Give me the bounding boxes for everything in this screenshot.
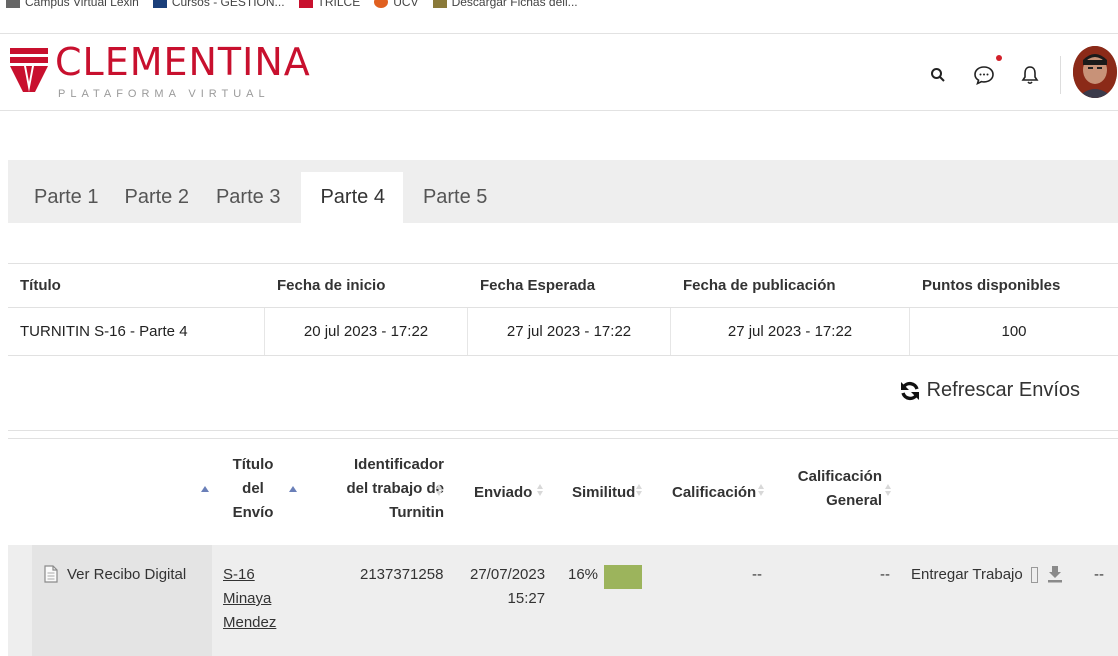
tab-parte-4[interactable]: Parte 4 [301, 172, 403, 223]
header-titulo-envio[interactable]: Título del Envío [228, 453, 278, 525]
avatar[interactable] [1073, 46, 1117, 98]
search-icon[interactable] [927, 64, 949, 86]
bookmark-cursos[interactable]: Cursos - GESTION... [152, 0, 285, 9]
bookmarks-bar: Campus Virtual Lexin Cursos - GESTION...… [0, 0, 1118, 12]
download-icon[interactable] [1047, 565, 1063, 583]
grade-value: -- [752, 566, 762, 583]
sort-icon[interactable] [435, 483, 443, 497]
col-fecha-inicio: Fecha de inicio [277, 277, 386, 294]
header-identificador[interactable]: Identificador del trabajo de Turnitin [334, 453, 444, 525]
col-fecha-esperada: Fecha Esperada [480, 277, 596, 294]
sort-icon[interactable] [635, 483, 643, 497]
bookmark-icon [432, 0, 447, 8]
chat-icon[interactable] [973, 64, 995, 86]
tab-parte-2[interactable]: Parte 2 [110, 172, 201, 223]
turnitin-id: 2137371258 [360, 566, 444, 583]
document-icon [44, 565, 58, 583]
assignment-start: 20 jul 2023 - 17:22 [265, 308, 468, 355]
assignment-post: 27 jul 2023 - 17:22 [671, 308, 910, 355]
table-row: Ver Recibo Digital S-16 Minaya Mendez 21… [8, 545, 1118, 656]
clementina-logo-icon[interactable] [10, 48, 48, 92]
sort-icon[interactable] [757, 483, 765, 497]
refresh-icon [900, 381, 919, 400]
tab-parte-3[interactable]: Parte 3 [202, 172, 301, 223]
overall-grade-value: -- [880, 566, 890, 583]
header-calificacion-general[interactable]: Calificación General [796, 465, 882, 513]
bookmark-icon [298, 0, 313, 8]
refresh-area: Refrescar Envíos [8, 355, 1118, 431]
submit-work-button[interactable]: Entregar Trabajo [911, 563, 1038, 587]
header-similitud[interactable]: Similitud [572, 481, 635, 505]
assignment-due: 27 jul 2023 - 17:22 [468, 308, 671, 355]
view-receipt-link[interactable]: Ver Recibo Digital [67, 563, 186, 587]
notification-dot [996, 55, 1002, 61]
sort-icon[interactable] [536, 483, 544, 497]
submission-title-link[interactable]: S-16 Minaya Mendez [223, 563, 276, 635]
tab-bar: Parte 1 Parte 2 Parte 3 Parte 4 Parte 5 [8, 172, 505, 223]
similarity-score[interactable]: 16% [568, 563, 598, 587]
site-title: CLEMENTINA [55, 40, 311, 84]
assignment-title: TURNITIN S-16 - Parte 4 [8, 308, 265, 355]
refresh-submissions-button[interactable]: Refrescar Envíos [899, 379, 1080, 402]
bell-icon[interactable] [1019, 64, 1041, 86]
assignment-info-table: Título Fecha de inicio Fecha Esperada Fe… [8, 263, 1118, 356]
bookmark-icon [152, 0, 167, 8]
assignment-header-row: Título Fecha de inicio Fecha Esperada Fe… [8, 264, 1118, 308]
col-titulo: Título [20, 277, 61, 294]
sort-icon[interactable] [884, 483, 892, 497]
upload-icon [1030, 567, 1038, 584]
col-fecha-publicacion: Fecha de publicación [683, 277, 836, 294]
submitted-date: 27/07/2023 15:27 [470, 566, 546, 607]
bookmark-trilce[interactable]: TRILCE [298, 0, 360, 9]
tab-parte-5[interactable]: Parte 5 [403, 172, 505, 223]
assignment-row: TURNITIN S-16 - Parte 4 20 jul 2023 - 17… [8, 308, 1118, 355]
bookmark-ucv[interactable]: UCV [374, 0, 419, 9]
bookmark-icon [6, 0, 20, 8]
bookmark-campus[interactable]: Campus Virtual Lexin [6, 0, 139, 9]
receipt-cell [32, 545, 212, 656]
bookmark-icon [374, 0, 389, 8]
submissions-table: Título del Envío Identificador del traba… [8, 438, 1118, 656]
header-calificacion[interactable]: Calificación [672, 481, 756, 505]
tab-parte-1[interactable]: Parte 1 [8, 172, 110, 223]
site-header: CLEMENTINA PLATAFORMA VIRTUAL [0, 33, 1118, 111]
assignment-points: 100 [1001, 323, 1027, 340]
extra-value: -- [1094, 566, 1104, 583]
site-subtitle: PLATAFORMA VIRTUAL [58, 88, 270, 100]
sort-asc-icon[interactable] [288, 485, 298, 495]
col-puntos: Puntos disponibles [922, 277, 1061, 294]
sort-asc-icon[interactable] [201, 485, 209, 497]
header-divider [1060, 56, 1061, 94]
bookmark-fichas[interactable]: Descargar Fichas dell... [432, 0, 578, 9]
header-enviado[interactable]: Enviado [474, 481, 532, 505]
similarity-bar[interactable] [604, 565, 642, 589]
